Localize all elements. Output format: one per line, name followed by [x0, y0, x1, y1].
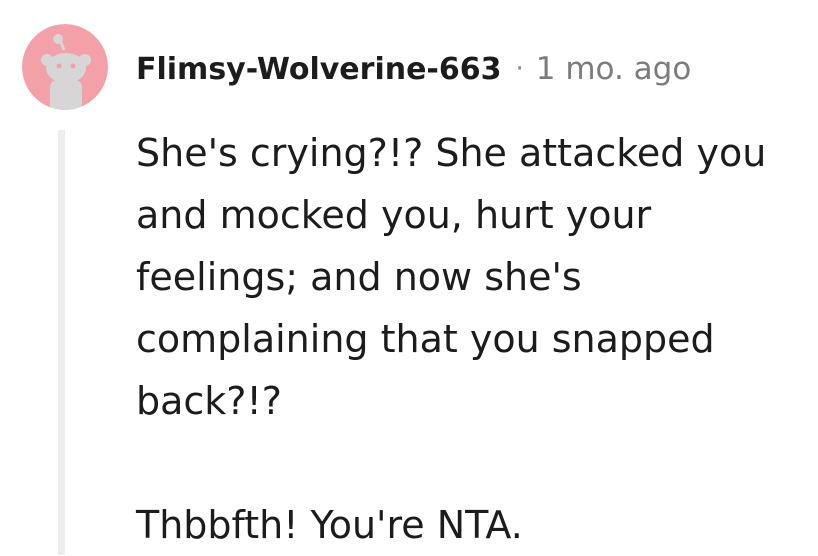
comment-paragraph: She's crying?!? She attacked you and moc…	[136, 131, 767, 423]
snoo-avatar-icon	[22, 24, 108, 110]
comment-header: Flimsy-Wolverine-663 · 1 mo. ago	[136, 47, 691, 91]
comment-body: She's crying?!? She attacked you and moc…	[136, 122, 796, 556]
thread-collapse-line[interactable]	[58, 130, 65, 555]
author-name-link[interactable]: Flimsy-Wolverine-663	[136, 52, 502, 87]
meta-separator: ·	[515, 54, 524, 84]
timestamp-link[interactable]: 1 mo. ago	[536, 51, 692, 87]
comment: Flimsy-Wolverine-663 · 1 mo. ago She's c…	[0, 0, 818, 555]
avatar[interactable]	[22, 24, 108, 110]
comment-paragraph: Thbbfth! You're NTA.	[136, 503, 523, 547]
